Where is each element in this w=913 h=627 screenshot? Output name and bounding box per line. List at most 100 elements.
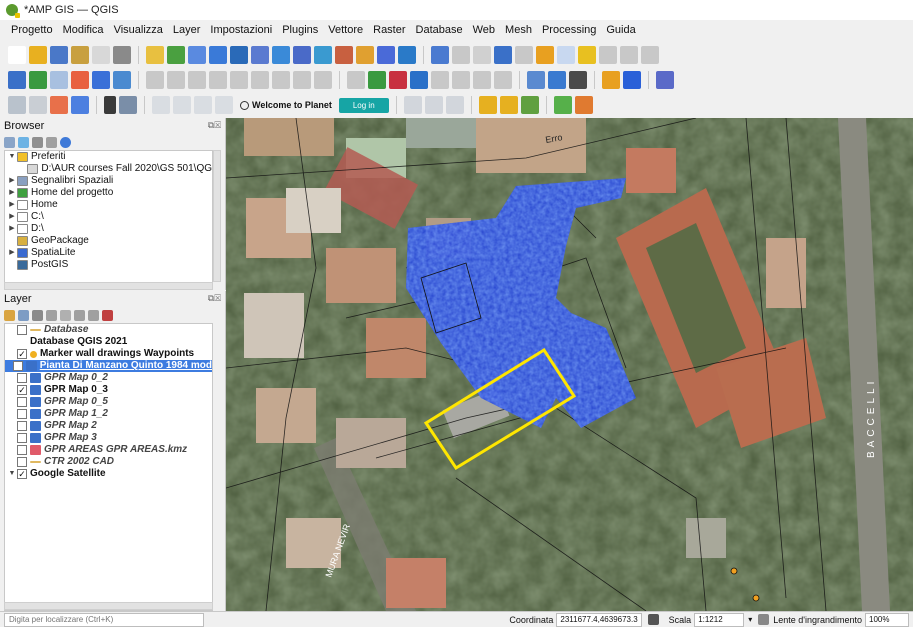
project-tool-29-icon[interactable] <box>599 46 617 64</box>
plugin-chart-icon[interactable] <box>574 96 593 114</box>
digitize-tool-19-icon[interactable] <box>389 71 407 89</box>
digitize-tool-21-icon[interactable] <box>431 71 449 89</box>
project-tool-3-icon[interactable] <box>71 46 89 64</box>
project-tool-5-icon[interactable] <box>113 46 131 64</box>
tools-icon[interactable] <box>520 96 539 114</box>
project-tool-21-icon[interactable] <box>431 46 449 64</box>
layer-visibility-checkbox[interactable] <box>17 457 27 467</box>
layer-item[interactable]: Database QGIS 2021 <box>5 336 212 348</box>
digitize-icon[interactable] <box>71 96 89 114</box>
expand-down-icon[interactable]: ▼ <box>7 468 17 480</box>
measure-icon[interactable] <box>194 96 212 114</box>
edit-feature-icon[interactable] <box>50 96 68 114</box>
select-features-icon[interactable] <box>8 96 26 114</box>
project-tool-30-icon[interactable] <box>620 46 638 64</box>
digitize-tool-24-icon[interactable] <box>494 71 512 89</box>
project-tool-12-icon[interactable] <box>251 46 269 64</box>
expand-right-icon[interactable]: ▶ <box>7 211 17 223</box>
box-plugin2-icon[interactable] <box>499 96 518 114</box>
locator-search-input[interactable] <box>4 612 204 627</box>
layer-visibility-checkbox[interactable]: ✓ <box>17 385 27 395</box>
waypoint-marker[interactable] <box>752 594 760 602</box>
digitize-tool-17-icon[interactable] <box>347 71 365 89</box>
layer-item[interactable]: ✓ Pianta Di Manzano Quinto 1984 mod <box>5 360 212 372</box>
menu-item-web[interactable]: Web <box>468 24 500 36</box>
project-tool-15-icon[interactable] <box>314 46 332 64</box>
digitize-tool-11-icon[interactable] <box>230 71 248 89</box>
digitize-tool-1-icon[interactable] <box>29 71 47 89</box>
browser-item[interactable]: ▶PostGIS <box>5 259 212 271</box>
project-tool-24-icon[interactable] <box>494 46 512 64</box>
digitize-tool-30-icon[interactable] <box>602 71 620 89</box>
menu-item-raster[interactable]: Raster <box>368 24 410 36</box>
digitize-tool-0-icon[interactable] <box>8 71 26 89</box>
info-dropdown-icon[interactable] <box>445 96 464 114</box>
menu-item-guida[interactable]: Guida <box>601 24 640 36</box>
browser-item[interactable]: ▶GeoPackage <box>5 235 212 247</box>
project-tool-19-icon[interactable] <box>398 46 416 64</box>
browser-item[interactable]: ▶ Home del progetto <box>5 187 212 199</box>
coordinate-field[interactable]: 2311677.4,4639673.3 <box>556 612 642 627</box>
browser-horizontal-scrollbar[interactable] <box>4 282 213 290</box>
layer-visibility-checkbox[interactable] <box>17 325 27 335</box>
georeferencer-icon[interactable] <box>553 96 572 114</box>
digitize-tool-3-icon[interactable] <box>71 71 89 89</box>
layers-tree[interactable]: Database Database QGIS 2021 ✓ Marker wall d… <box>4 323 213 611</box>
menu-item-plugins[interactable]: Plugins <box>277 24 323 36</box>
project-tool-7-icon[interactable] <box>146 46 164 64</box>
menu-item-vettore[interactable]: Vettore <box>323 24 368 36</box>
layer-visibility-checkbox[interactable]: ✓ <box>17 349 27 359</box>
expand-right-icon[interactable]: ▶ <box>7 247 17 259</box>
scale-combobox[interactable]: 1:1212 <box>694 612 745 627</box>
expand-right-icon[interactable]: ▶ <box>7 187 17 199</box>
collapse-all-icon[interactable] <box>46 136 57 148</box>
project-tool-1-icon[interactable] <box>29 46 47 64</box>
layer-item[interactable]: CTR 2002 CAD <box>5 456 212 468</box>
expression-filter-icon[interactable] <box>60 309 71 321</box>
browser-item[interactable]: ▶ SpatiaLite <box>5 247 212 259</box>
project-tool-28-icon[interactable] <box>578 46 596 64</box>
planet-welcome[interactable]: Welcome to Planet <box>240 100 332 110</box>
digitize-tool-9-icon[interactable] <box>188 71 206 89</box>
menu-item-mesh[interactable]: Mesh <box>500 24 537 36</box>
remove-layer-icon[interactable] <box>102 309 113 321</box>
planet-login-button[interactable]: Log in <box>338 97 389 113</box>
project-tool-14-icon[interactable] <box>293 46 311 64</box>
project-tool-10-icon[interactable] <box>209 46 227 64</box>
digitize-tool-8-icon[interactable] <box>167 71 185 89</box>
menu-item-impostazioni[interactable]: Impostazioni <box>205 24 277 36</box>
project-tool-13-icon[interactable] <box>272 46 290 64</box>
digitize-tool-7-icon[interactable] <box>146 71 164 89</box>
layout-icon[interactable] <box>119 96 137 114</box>
crs-toggle-icon[interactable] <box>647 614 659 625</box>
filter-legend-icon[interactable] <box>46 309 57 321</box>
layers-horizontal-scrollbar[interactable] <box>4 602 213 610</box>
expand-right-icon[interactable]: ▶ <box>7 175 17 187</box>
layer-item[interactable]: GPR Map 1_2 <box>5 408 212 420</box>
project-tool-2-icon[interactable] <box>50 46 68 64</box>
browser-item[interactable]: ▶D:\AUR courses Fall 2020\GS 501\QG <box>5 163 212 175</box>
menu-item-processing[interactable]: Processing <box>537 24 601 36</box>
menu-item-progetto[interactable]: Progetto <box>6 24 58 36</box>
layer-item[interactable]: ▼ ✓ Google Satellite <box>5 468 212 480</box>
project-tool-16-icon[interactable] <box>335 46 353 64</box>
digitize-tool-27-icon[interactable] <box>548 71 566 89</box>
menu-item-database[interactable]: Database <box>411 24 468 36</box>
browser-vertical-scrollbar[interactable] <box>213 150 221 282</box>
field-calc-icon[interactable] <box>104 96 116 114</box>
project-tool-23-icon[interactable] <box>473 46 491 64</box>
project-tool-9-icon[interactable] <box>188 46 206 64</box>
layer-visibility-checkbox[interactable] <box>17 397 27 407</box>
layer-item[interactable]: GPR Map 0_5 <box>5 396 212 408</box>
digitize-tool-18-icon[interactable] <box>368 71 386 89</box>
project-tool-0-icon[interactable] <box>8 46 26 64</box>
browser-item[interactable]: ▶ Segnalibri Spaziali <box>5 175 212 187</box>
digitize-tool-22-icon[interactable] <box>452 71 470 89</box>
manage-themes-icon[interactable] <box>32 309 43 321</box>
panel-float-close-icon[interactable]: ⧉☒ <box>208 120 221 132</box>
identify-icon[interactable] <box>152 96 170 114</box>
scale-dropdown-icon[interactable]: ▾ <box>748 615 752 624</box>
map-canvas-render[interactable]: Erro BACCELLI MURA NEVIR <box>226 118 913 611</box>
project-tool-25-icon[interactable] <box>515 46 533 64</box>
digitize-tool-5-icon[interactable] <box>113 71 131 89</box>
